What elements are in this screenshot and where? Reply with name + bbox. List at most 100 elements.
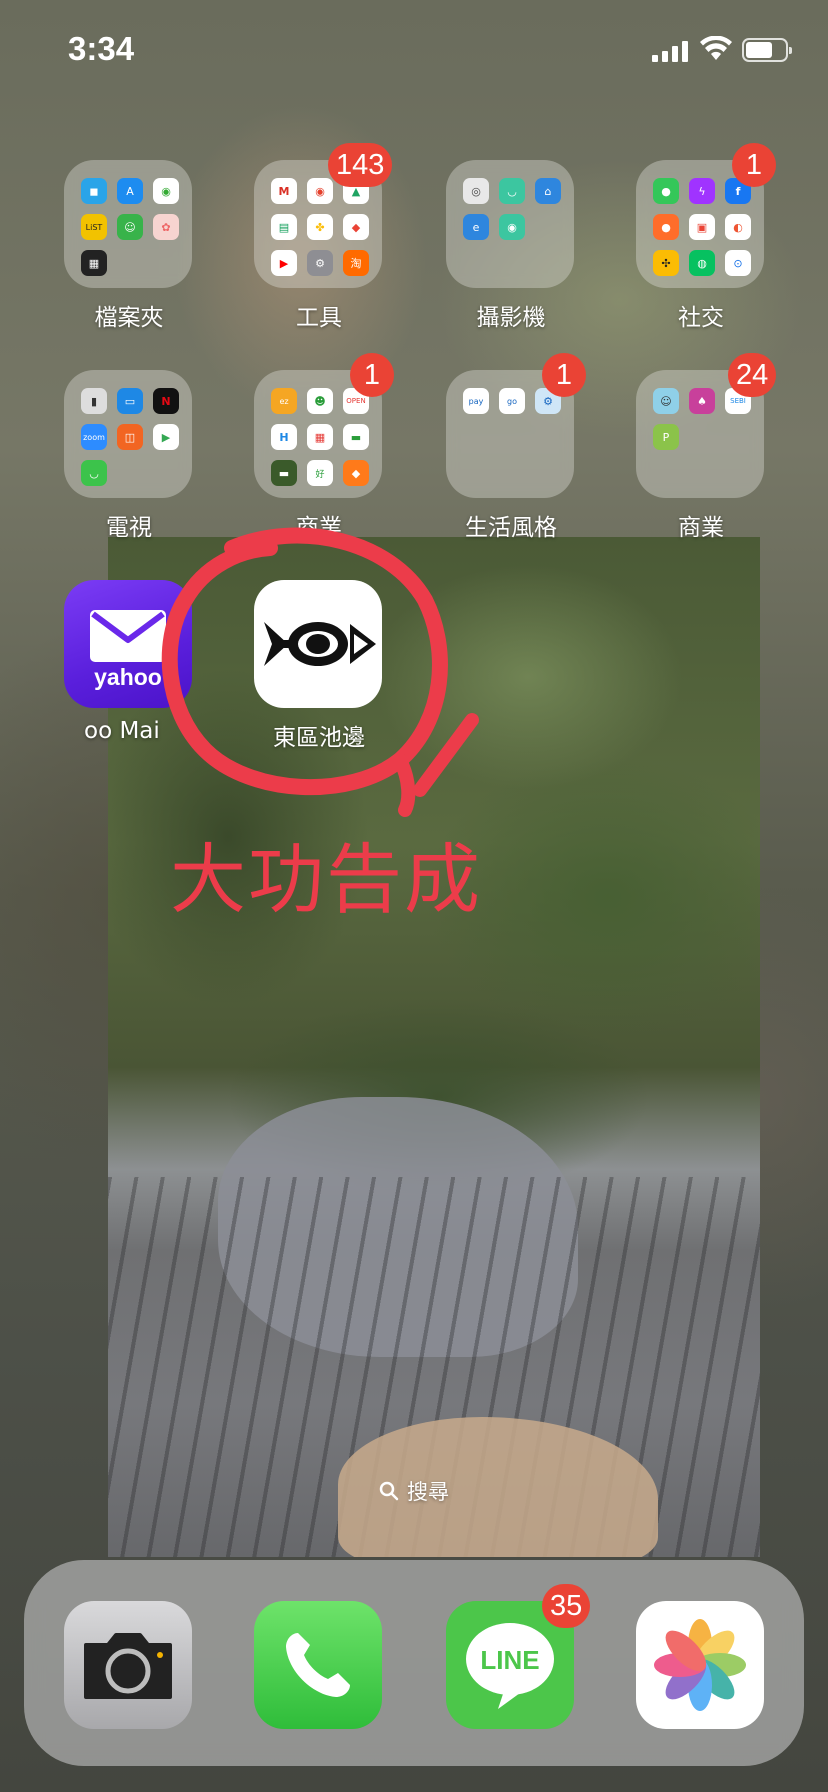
app-mini-icon: ⌂ bbox=[535, 178, 561, 204]
app-mini-icon: P bbox=[653, 424, 679, 450]
app-mini-icon: ▦ bbox=[307, 424, 333, 450]
app-mini-icon: e bbox=[463, 214, 489, 240]
dock-camera-app[interactable] bbox=[64, 1601, 192, 1729]
wifi-icon bbox=[700, 36, 732, 60]
zoom-mini-icon: zoom bbox=[81, 424, 107, 450]
notification-badge: 24 bbox=[728, 353, 777, 397]
status-bar: 3:34 bbox=[0, 0, 828, 100]
app-mini-icon: ☻ bbox=[307, 388, 333, 414]
app-mini-icon: ◆ bbox=[343, 460, 369, 486]
app-mini-icon: ◡ bbox=[499, 178, 525, 204]
app-label: 東區池邊 bbox=[273, 725, 365, 751]
remote-mini-icon: ▮ bbox=[81, 388, 107, 414]
notification-badge: 35 bbox=[542, 1584, 591, 1628]
app-mini-icon: ▦ bbox=[81, 250, 107, 276]
app-mini-icon: ☺ bbox=[117, 214, 143, 240]
annotation-caption: 大功告成 bbox=[170, 835, 482, 924]
app-label: oo Mai bbox=[84, 718, 160, 744]
spotlight-search-button[interactable]: 搜尋 bbox=[354, 1470, 474, 1512]
settings-mini-icon: ⚙ bbox=[307, 250, 333, 276]
youtube-mini-icon: ▶ bbox=[271, 250, 297, 276]
app-mini-icon: ◫ bbox=[117, 424, 143, 450]
messenger-mini-icon: ϟ bbox=[689, 178, 715, 204]
maps-mini-icon: ◆ bbox=[343, 214, 369, 240]
notification-badge: 1 bbox=[542, 353, 586, 397]
sheets-mini-icon: ▤ bbox=[271, 214, 297, 240]
folder-label: 攝影機 bbox=[476, 305, 546, 331]
folder-tv[interactable]: ▮ ▭ N zoom ◫ ▶ ◡ 電視 bbox=[64, 370, 194, 542]
cast-mini-icon: ▭ bbox=[117, 388, 143, 414]
app-mini-icon: ▬ bbox=[343, 424, 369, 450]
search-label: 搜尋 bbox=[407, 1480, 449, 1504]
folder-label: 檔案夾 bbox=[94, 305, 164, 331]
dock: LINE 35 bbox=[24, 1560, 804, 1766]
meet-mini-icon: ▶ bbox=[153, 424, 179, 450]
dock-photos-app[interactable] bbox=[636, 1601, 764, 1729]
app-mini-icon: ✣ bbox=[653, 250, 679, 276]
taobao-mini-icon: 淘 bbox=[343, 250, 369, 276]
yahoo-mail-icon: yahoo bbox=[64, 580, 192, 708]
app-mini-icon: LiST bbox=[81, 214, 107, 240]
fish-icon bbox=[264, 622, 376, 666]
app-mini-icon: ◎ bbox=[463, 178, 489, 204]
wallpaper-photo bbox=[108, 537, 760, 1557]
folder-icon: ◎ ◡ ⌂ e ◉ bbox=[446, 160, 574, 288]
app-mini-icon: 好 bbox=[307, 460, 333, 486]
search-icon bbox=[379, 1481, 399, 1501]
folder-icon: ◼ A ◉ LiST ☺ ✿ ▦ bbox=[64, 160, 192, 288]
folder-label: 社交 bbox=[678, 305, 724, 331]
gmail-mini-icon: M bbox=[271, 178, 297, 204]
camera-icon bbox=[84, 1633, 172, 1699]
app-mini-icon: ☺ bbox=[653, 388, 679, 414]
dock-phone-app[interactable] bbox=[254, 1601, 382, 1729]
messages-mini-icon: ● bbox=[653, 178, 679, 204]
app-mini-icon: ◉ bbox=[499, 214, 525, 240]
app-mini-icon: ▬ bbox=[271, 460, 297, 486]
photos-mini-icon: ✤ bbox=[307, 214, 333, 240]
yahoo-logo-text: yahoo bbox=[94, 664, 162, 690]
photos-icon bbox=[654, 1619, 746, 1711]
chrome-mini-icon: ◉ bbox=[307, 178, 333, 204]
folder-tools[interactable]: M ◉ ▲ ▤ ✤ ◆ ▶ ⚙ 淘 143 工具 bbox=[254, 143, 393, 332]
pipay-mini-icon: pay bbox=[463, 388, 489, 414]
app-mini-icon: go bbox=[499, 388, 525, 414]
app-mini-icon: ✿ bbox=[153, 214, 179, 240]
ezship-mini-icon: ez bbox=[271, 388, 297, 414]
notification-badge: 1 bbox=[732, 143, 776, 187]
app-east-district-pool[interactable]: 東區池邊 bbox=[254, 580, 384, 752]
app-mini-icon: ▣ bbox=[689, 214, 715, 240]
folder-icon: ▮ ▭ N zoom ◫ ▶ ◡ bbox=[64, 370, 192, 498]
cellular-signal-icon bbox=[652, 40, 688, 62]
app-mini-icon: ● bbox=[653, 214, 679, 240]
netflix-mini-icon: N bbox=[153, 388, 179, 414]
app-yahoo-mail[interactable]: yahoo oo Mai bbox=[64, 580, 194, 744]
app-mini-icon: ◼ bbox=[81, 178, 107, 204]
app-mini-icon: ◐ bbox=[725, 214, 751, 240]
app-mini-icon: H bbox=[271, 424, 297, 450]
app-mini-icon: ◡ bbox=[81, 460, 107, 486]
envelope-icon bbox=[90, 610, 166, 662]
status-time: 3:34 bbox=[68, 30, 135, 67]
notification-badge: 1 bbox=[350, 353, 394, 397]
fish-logo-icon bbox=[254, 580, 382, 708]
battery-icon bbox=[742, 38, 792, 62]
wechat-mini-icon: ◍ bbox=[689, 250, 715, 276]
folder-business-2[interactable]: ☺ ♠ SEBI P 24 商業 bbox=[636, 353, 777, 542]
folder-label: 商業 bbox=[296, 515, 342, 541]
app-mini-icon: ◉ bbox=[153, 178, 179, 204]
line-logo-text: LINE bbox=[480, 1645, 540, 1675]
app-mini-icon: ♠ bbox=[689, 388, 715, 414]
folder-label: 商業 bbox=[678, 515, 724, 541]
folder-business[interactable]: ez ☻ OPEN H ▦ ▬ ▬ 好 ◆ 1 商業 bbox=[254, 353, 394, 542]
folder-label: 電視 bbox=[106, 515, 152, 541]
folder-files[interactable]: ◼ A ◉ LiST ☺ ✿ ▦ 檔案夾 bbox=[64, 160, 194, 332]
app-store-mini-icon: A bbox=[117, 178, 143, 204]
phone-icon bbox=[286, 1633, 350, 1697]
app-mini-icon: ⊙ bbox=[725, 250, 751, 276]
folder-label: 生活風格 bbox=[465, 515, 557, 541]
folder-social[interactable]: ● ϟ f ● ▣ ◐ ✣ ◍ ⊙ 1 社交 bbox=[636, 143, 776, 332]
folder-camera[interactable]: ◎ ◡ ⌂ e ◉ 攝影機 bbox=[446, 160, 576, 332]
folder-lifestyle[interactable]: pay go ⚙ 1 生活風格 bbox=[446, 353, 586, 542]
notification-badge: 143 bbox=[328, 143, 393, 187]
folder-label: 工具 bbox=[296, 305, 342, 331]
